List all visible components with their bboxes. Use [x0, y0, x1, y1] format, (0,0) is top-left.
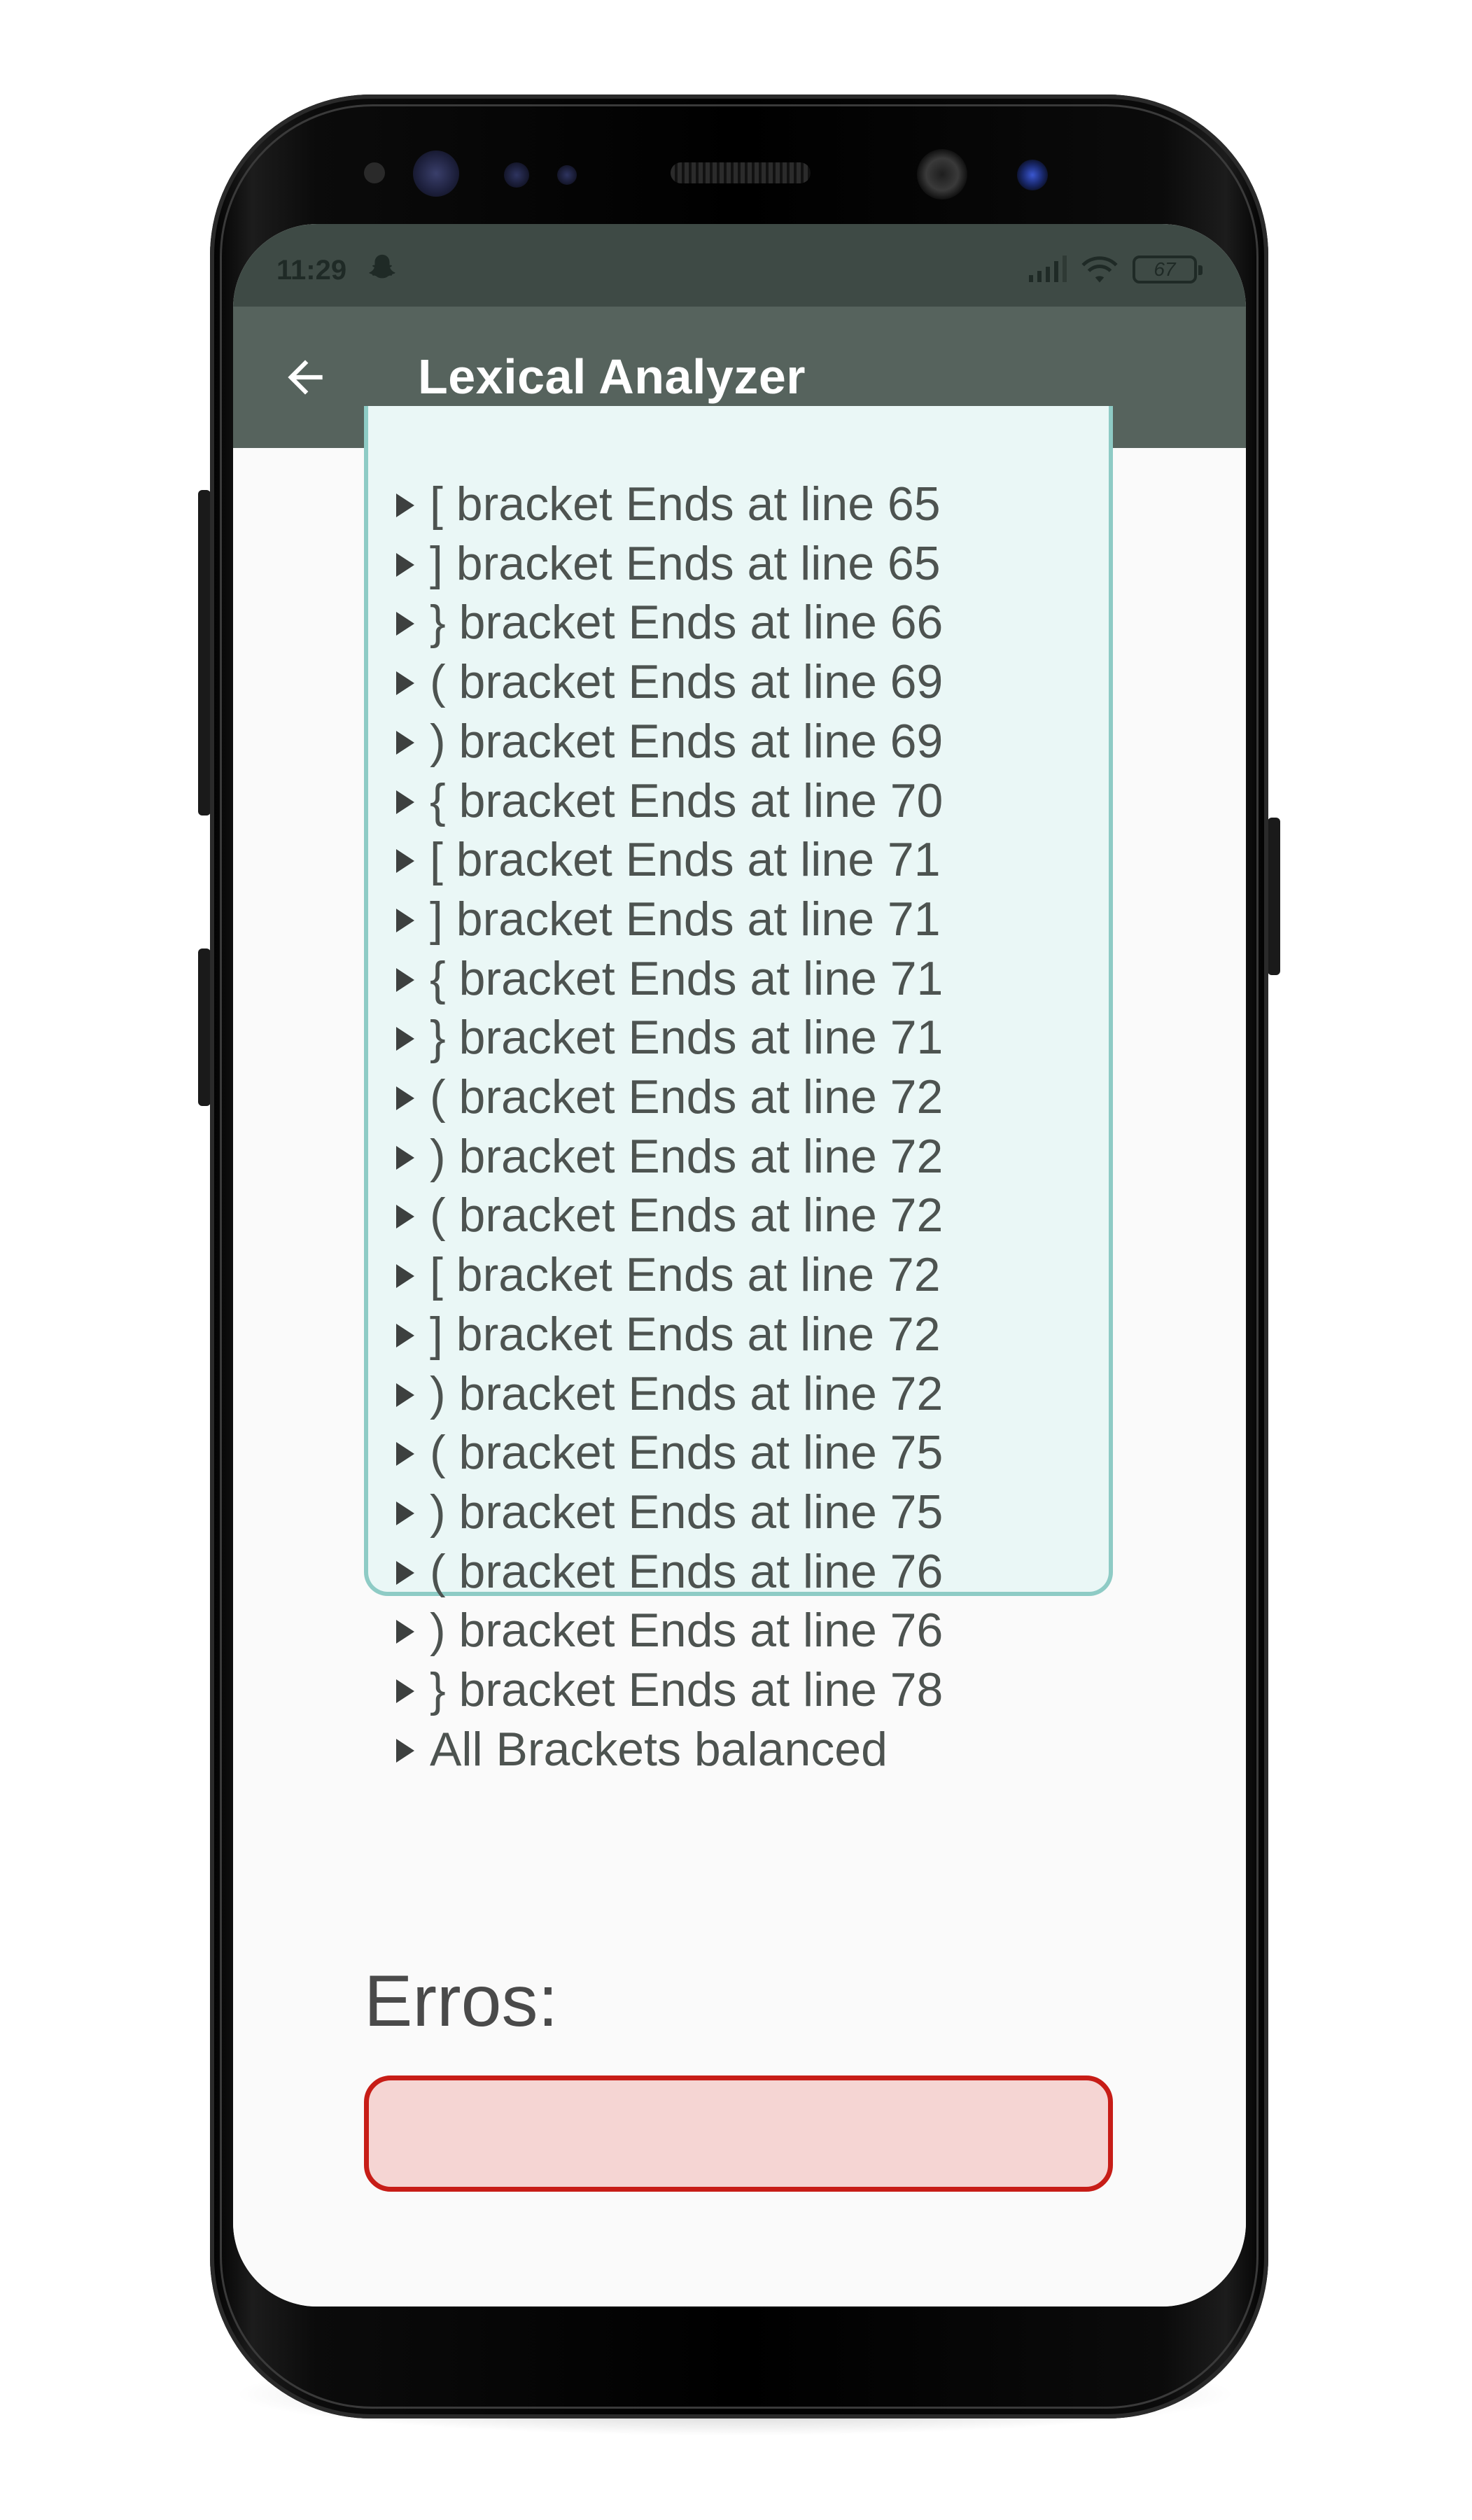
list-item-text: All Brackets balanced — [430, 1722, 888, 1776]
list-item: } bracket Ends at line 71 — [396, 1008, 943, 1067]
list-item: All Brackets balanced — [396, 1720, 888, 1779]
triangle-bullet-icon — [396, 730, 414, 755]
device-frame: 11:29 67 Lexical Analyzer [bracket Ends… — [0, 0, 1472, 2520]
list-item: ( bracket Ends at line 72 — [396, 1186, 943, 1245]
light-sensor-icon — [557, 165, 577, 185]
proximity-sensor-icon — [364, 162, 385, 183]
triangle-bullet-icon — [396, 1086, 414, 1110]
list-item: } bracket Ends at line 78 — [396, 1660, 943, 1719]
front-camera-icon — [917, 149, 967, 200]
triangle-bullet-icon — [396, 790, 414, 814]
triangle-bullet-icon — [396, 1027, 414, 1051]
triangle-bullet-icon — [396, 1738, 414, 1763]
triangle-bullet-icon — [396, 612, 414, 636]
iris-scanner-icon — [413, 150, 459, 197]
volume-up-button — [198, 490, 211, 816]
list-item-text: ( bracket Ends at line 76 — [430, 1544, 944, 1598]
triangle-bullet-icon — [396, 1620, 414, 1644]
list-item: ( bracket Ends at line 72 — [396, 1068, 943, 1126]
list-item: ) bracket Ends at line 69 — [396, 712, 943, 771]
triangle-bullet-icon — [396, 493, 414, 517]
list-item-text: } bracket Ends at line 78 — [430, 1663, 944, 1716]
earpiece-speaker — [671, 162, 811, 183]
triangle-bullet-icon — [396, 908, 414, 932]
result-panel[interactable]: [ bracket Ends at line 65] bracket Ends … — [364, 406, 1113, 1776]
list-item-text: { bracket Ends at line 70 — [430, 774, 944, 827]
status-bar: 11:29 67 — [233, 224, 1246, 307]
triangle-bullet-icon — [396, 671, 414, 696]
list-item-text: ) bracket Ends at line 69 — [430, 714, 944, 768]
list-item-text: ] bracket Ends at line 71 — [430, 892, 941, 946]
list-item: { bracket Ends at line 71 — [396, 949, 943, 1008]
triangle-bullet-icon — [396, 1442, 414, 1466]
list-item-text: ) bracket Ends at line 72 — [430, 1129, 944, 1183]
list-item: [ bracket Ends at line 71 — [396, 830, 941, 889]
list-item: ) bracket Ends at line 75 — [396, 1483, 943, 1541]
list-item-text: [ bracket Ends at line 65 — [430, 477, 941, 531]
triangle-bullet-icon — [396, 849, 414, 874]
list-item: ) bracket Ends at line 72 — [396, 1364, 943, 1423]
errors-label: Erros: — [364, 1961, 559, 2042]
errors-output[interactable] — [364, 2076, 1113, 2192]
list-item: { bracket Ends at line 70 — [396, 771, 943, 830]
triangle-bullet-icon — [396, 1323, 414, 1348]
triangle-bullet-icon — [396, 1679, 414, 1703]
list-item: [ bracket Ends at line 65 — [396, 475, 941, 533]
list-item: ] bracket Ends at line 72 — [396, 1305, 941, 1364]
list-item-text: [ bracket Ends at line 71 — [430, 833, 941, 887]
triangle-bullet-icon — [396, 552, 414, 577]
list-item-text: ( bracket Ends at line 75 — [430, 1426, 944, 1480]
volume-down-button — [198, 948, 211, 1106]
screen: 11:29 67 Lexical Analyzer [bracket Ends… — [233, 224, 1246, 2306]
snapchat-ghost-icon — [369, 254, 395, 279]
triangle-bullet-icon — [396, 1205, 414, 1229]
list-item-text: { bracket Ends at line 71 — [430, 951, 944, 1005]
power-button — [1268, 818, 1280, 975]
list-item-text: ( bracket Ends at line 72 — [430, 1070, 944, 1124]
page-title: Lexical Analyzer — [418, 349, 806, 404]
list-item-text: ( bracket Ends at line 72 — [430, 1189, 944, 1242]
list-item-text: [ bracket Ends at line 72 — [430, 1248, 941, 1302]
triangle-bullet-icon — [396, 1501, 414, 1525]
camera-lens-icon — [1017, 160, 1048, 190]
battery-icon: 67 — [1133, 255, 1203, 284]
list-item: ] bracket Ends at line 71 — [396, 890, 941, 948]
ir-sensor-icon — [504, 162, 529, 188]
list-item-text: ] bracket Ends at line 72 — [430, 1307, 941, 1361]
list-item: ) bracket Ends at line 72 — [396, 1127, 943, 1186]
list-item-text: ) bracket Ends at line 76 — [430, 1604, 944, 1658]
list-item-text: ] bracket Ends at line 65 — [430, 536, 941, 590]
list-item: [ bracket Ends at line 72 — [396, 1245, 941, 1304]
triangle-bullet-icon — [396, 1145, 414, 1170]
list-item: ( bracket Ends at line 69 — [396, 652, 943, 711]
list-item: ( bracket Ends at line 75 — [396, 1423, 943, 1482]
triangle-bullet-icon — [396, 1264, 414, 1289]
arrow-left-icon[interactable] — [279, 351, 331, 403]
wifi-icon — [1081, 256, 1118, 283]
list-item: ( bracket Ends at line 76 — [396, 1542, 943, 1601]
list-item: } bracket Ends at line 66 — [396, 593, 943, 652]
status-time: 11:29 — [276, 255, 347, 286]
battery-level: 67 — [1154, 258, 1176, 280]
list-item-text: } bracket Ends at line 66 — [430, 596, 944, 650]
triangle-bullet-icon — [396, 1560, 414, 1585]
signal-bars-icon — [1029, 255, 1067, 282]
list-item-text: ) bracket Ends at line 75 — [430, 1485, 944, 1539]
list-item-text: } bracket Ends at line 71 — [430, 1011, 944, 1065]
triangle-bullet-icon — [396, 967, 414, 992]
list-item-text: ) bracket Ends at line 72 — [430, 1366, 944, 1420]
list-item: ] bracket Ends at line 65 — [396, 534, 941, 593]
list-item: ) bracket Ends at line 76 — [396, 1601, 943, 1660]
scroll-content[interactable]: [ bracket Ends at line 65] bracket Ends … — [233, 406, 1246, 2306]
triangle-bullet-icon — [396, 1382, 414, 1407]
list-item-text: ( bracket Ends at line 69 — [430, 655, 944, 709]
